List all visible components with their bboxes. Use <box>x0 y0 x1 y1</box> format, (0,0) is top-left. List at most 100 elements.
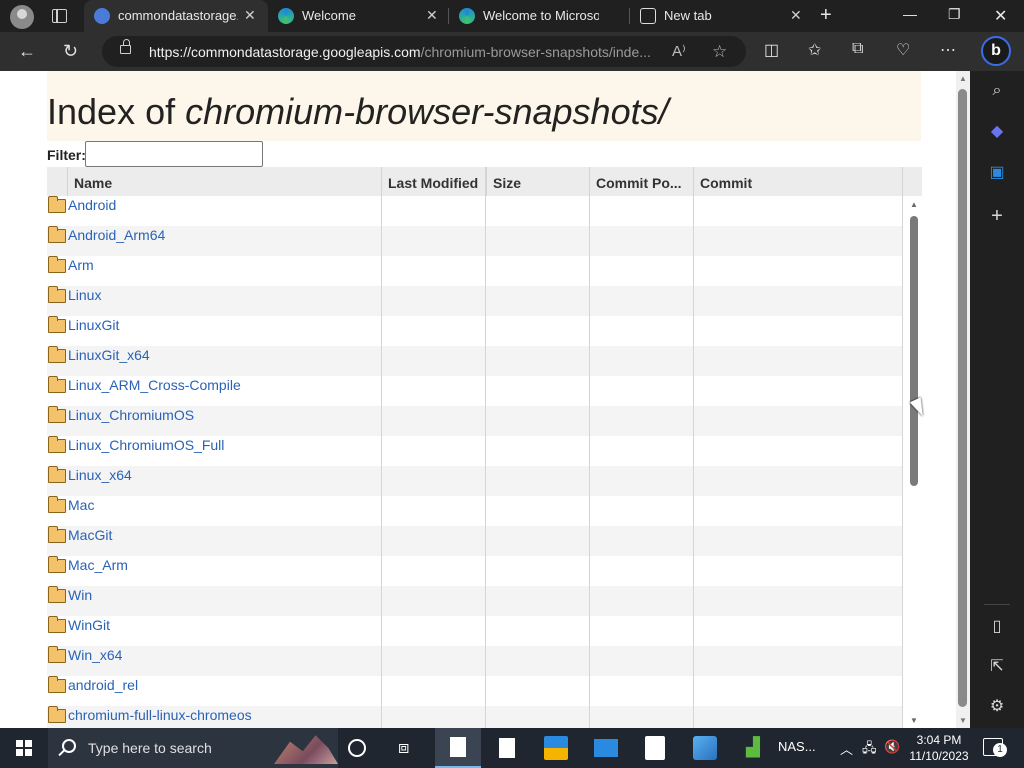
scroll-up-arrow-icon[interactable]: ▲ <box>910 200 918 209</box>
refresh-button[interactable]: ↻ <box>63 41 78 62</box>
open-external-icon[interactable]: ⇱ <box>986 656 1008 678</box>
folder-link[interactable]: Linux_ARM_Cross-Compile <box>68 377 241 393</box>
folder-link[interactable]: Win_x64 <box>68 647 122 663</box>
folder-link[interactable]: Mac_Arm <box>68 557 128 573</box>
column-header-size[interactable]: Size <box>486 167 589 196</box>
folder-icon <box>48 646 66 663</box>
sidebar-settings-icon[interactable]: ⚙ <box>986 696 1008 718</box>
tab-welcome-microsoft[interactable]: Welcome to Microsoft <box>449 0 629 32</box>
back-button[interactable]: ← <box>18 41 36 62</box>
tab-commondatastorage[interactable]: commondatastorage.g ✕ <box>84 0 268 32</box>
column-header-commit-position[interactable]: Commit Po... <box>589 167 693 196</box>
grid-scrollbar[interactable]: ▲ ▼ <box>904 196 922 728</box>
folder-link[interactable]: Linux_ChromiumOS_Full <box>68 437 224 453</box>
folder-icon <box>48 496 66 513</box>
folder-link[interactable]: LinuxGit_x64 <box>68 347 150 363</box>
notification-count-badge: 1 <box>993 743 1007 757</box>
microsoft-store-icon[interactable] <box>544 736 568 760</box>
column-header-last-modified[interactable]: Last Modified <box>381 167 486 196</box>
scroll-up-arrow-icon[interactable]: ▲ <box>959 74 967 83</box>
tab-welcome[interactable]: Welcome ✕ <box>268 0 448 32</box>
taskbar: Type here to search ⧈ ▟ NAS... ︿ 🖧 🔇 3:0… <box>0 728 1024 768</box>
close-tab-icon[interactable]: ✕ <box>790 7 802 24</box>
file-app-icon[interactable] <box>645 736 665 760</box>
new-tab-button[interactable]: + <box>820 4 832 27</box>
cortana-icon[interactable] <box>348 739 366 757</box>
folder-link[interactable]: Linux_x64 <box>68 467 132 483</box>
page-scrollbar[interactable]: ▲ ▼ <box>956 71 970 728</box>
network-icon[interactable]: 🖧 <box>862 739 877 761</box>
scroll-down-arrow-icon[interactable]: ▼ <box>959 716 967 725</box>
address-bar[interactable]: https://commondatastorage.googleapis.com… <box>102 36 746 67</box>
bing-copilot-button[interactable]: b <box>981 36 1011 66</box>
favorite-star-icon[interactable]: ☆ <box>712 42 727 62</box>
collections-icon[interactable]: ⧉ <box>852 40 863 58</box>
folder-icon <box>48 676 66 693</box>
split-screen-icon[interactable]: ◫ <box>764 40 779 60</box>
start-button[interactable] <box>16 740 32 756</box>
minimize-button[interactable]: — <box>903 6 917 22</box>
folder-link[interactable]: Linux_ChromiumOS <box>68 407 194 423</box>
column-header-name[interactable]: Name <box>67 167 381 196</box>
sidebar-divider <box>984 604 1010 605</box>
taskbar-active-app[interactable] <box>435 728 481 768</box>
table-row: Mac <box>47 496 902 526</box>
tab-new-tab[interactable]: New tab ✕ <box>630 0 810 32</box>
browser-essentials-icon[interactable]: ♡ <box>896 40 910 60</box>
close-tab-icon[interactable]: ✕ <box>426 7 438 24</box>
copilot-icon[interactable]: ◆ <box>986 121 1008 143</box>
folder-link[interactable]: Linux <box>68 287 101 303</box>
nas-app-icon[interactable]: ▟ <box>746 737 770 761</box>
photos-icon[interactable] <box>693 736 717 760</box>
edge-sidebar: ⌕ ◆ ▣ + ▯ ⇱ ⚙ <box>970 71 1024 728</box>
column-header-commit[interactable]: Commit <box>693 167 903 196</box>
profile-avatar[interactable] <box>10 5 34 29</box>
taskbar-search[interactable]: Type here to search <box>48 728 338 768</box>
folder-link[interactable]: WinGit <box>68 617 110 633</box>
table-row: Linux_ChromiumOS_Full <box>47 436 902 466</box>
system-clock[interactable]: 3:04 PM 11/10/2023 <box>906 732 972 764</box>
restore-button[interactable]: ❐ <box>948 6 961 23</box>
folder-link[interactable]: LinuxGit <box>68 317 119 333</box>
tab-actions-icon[interactable] <box>52 9 67 23</box>
hide-sidebar-icon[interactable]: ▯ <box>986 616 1008 638</box>
search-icon[interactable]: ⌕ <box>986 82 1008 104</box>
close-tab-icon[interactable]: ✕ <box>244 7 256 24</box>
folder-link[interactable]: Android_Arm64 <box>68 227 165 243</box>
add-sidebar-app-icon[interactable]: + <box>986 205 1008 227</box>
clock-time: 3:04 PM <box>916 733 962 747</box>
nas-app-label[interactable]: NAS... <box>778 739 816 754</box>
folder-link[interactable]: Mac <box>68 497 94 513</box>
volume-muted-icon[interactable]: 🔇 <box>884 739 900 755</box>
favorites-icon[interactable]: ✩ <box>808 40 821 60</box>
notification-center-button[interactable]: 1 <box>983 738 1007 757</box>
read-aloud-icon[interactable]: A⁾ <box>672 42 686 60</box>
table-row: Linux_ChromiumOS <box>47 406 902 436</box>
lock-icon[interactable] <box>120 39 131 54</box>
close-window-button[interactable]: ✕ <box>994 6 1007 26</box>
page-scrollbar-thumb[interactable] <box>958 89 967 707</box>
table-row: Win_x64 <box>47 646 902 676</box>
show-hidden-icons-icon[interactable]: ︿ <box>840 739 853 758</box>
table-row: WinGit <box>47 616 902 646</box>
folder-link[interactable]: Android <box>68 197 116 213</box>
more-menu-icon[interactable]: ⋯ <box>940 40 956 60</box>
page-header: Index of chromium-browser-snapshots/ <box>47 71 921 141</box>
folder-link[interactable]: android_rel <box>68 677 138 693</box>
folder-link[interactable]: Win <box>68 587 92 603</box>
search-highlight-image <box>274 735 338 764</box>
outlook-icon[interactable]: ▣ <box>986 162 1008 184</box>
filter-input[interactable] <box>85 141 263 167</box>
folder-link[interactable]: Arm <box>68 257 94 273</box>
folder-link[interactable]: MacGit <box>68 527 112 543</box>
folder-link[interactable]: chromium-full-linux-chromeos <box>68 707 252 723</box>
url-text[interactable]: https://commondatastorage.googleapis.com… <box>149 44 651 60</box>
grid-scrollbar-thumb[interactable] <box>910 216 918 486</box>
scroll-down-arrow-icon[interactable]: ▼ <box>910 716 918 725</box>
tab-title: New tab <box>664 8 712 23</box>
table-row: Arm <box>47 256 902 286</box>
task-view-icon[interactable]: ⧈ <box>398 737 422 761</box>
document-icon[interactable] <box>499 738 515 758</box>
mail-icon[interactable] <box>594 739 618 757</box>
table-row: Android_Arm64 <box>47 226 902 256</box>
